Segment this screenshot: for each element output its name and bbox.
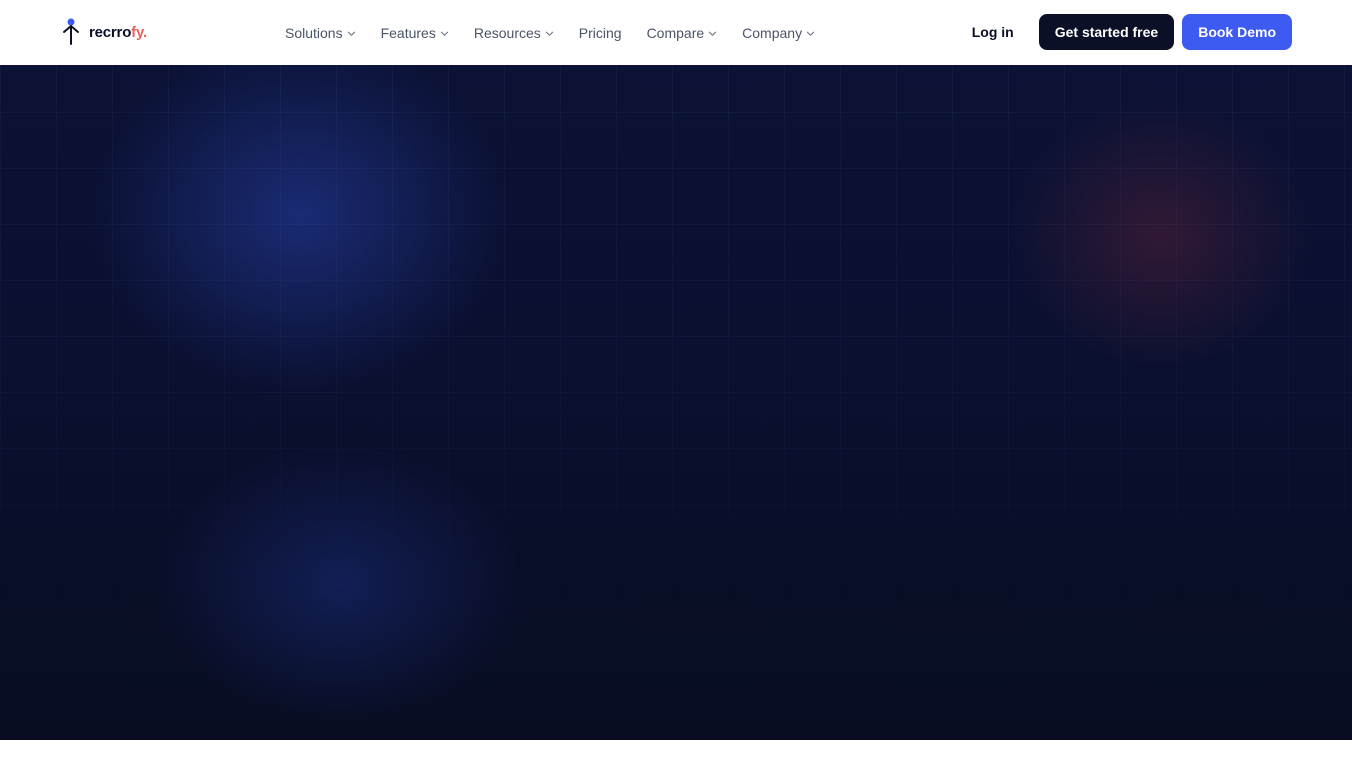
chevron-down-icon	[708, 31, 717, 36]
nav-item-features[interactable]: Features	[381, 25, 449, 41]
nav-item-label: Compare	[646, 24, 705, 41]
get-started-button[interactable]: Get started free	[1038, 14, 1175, 50]
hero-grid-background	[0, 65, 1352, 740]
chevron-down-icon	[347, 31, 355, 36]
nav-item-compare[interactable]: Compare	[647, 25, 718, 41]
nav-item-label: Resources	[473, 24, 541, 41]
brand-name: recrrofy.	[89, 24, 147, 41]
nav-item-label: Pricing	[578, 24, 622, 41]
brand-name-accent: fy.	[131, 23, 147, 41]
nav-item-label: Solutions	[285, 24, 343, 41]
main-nav: Solutions Features Resources Pricing Com…	[285, 0, 840, 65]
header-actions: Log in Get started free Book Demo	[972, 14, 1292, 50]
brand-name-main: recrro	[89, 23, 132, 41]
nav-item-resources[interactable]: Resources	[474, 25, 554, 41]
chevron-down-icon	[545, 31, 553, 36]
page-bottom-area	[0, 740, 1352, 760]
brand-logo[interactable]: recrrofy.	[62, 18, 147, 46]
nav-item-label: Company	[742, 24, 803, 41]
nav-item-company[interactable]: Company	[742, 25, 815, 41]
chevron-down-icon	[440, 31, 449, 36]
chevron-down-icon	[806, 31, 815, 36]
book-demo-button[interactable]: Book Demo	[1182, 14, 1292, 50]
top-navbar: recrrofy. Solutions Features Resources P…	[0, 0, 1352, 65]
nav-item-label: Features	[380, 24, 436, 41]
logo-person-icon	[63, 18, 79, 45]
login-link[interactable]: Log in	[972, 24, 1014, 40]
nav-item-solutions[interactable]: Solutions	[285, 25, 356, 41]
nav-item-pricing[interactable]: Pricing	[579, 25, 622, 41]
hero-section	[0, 65, 1352, 740]
